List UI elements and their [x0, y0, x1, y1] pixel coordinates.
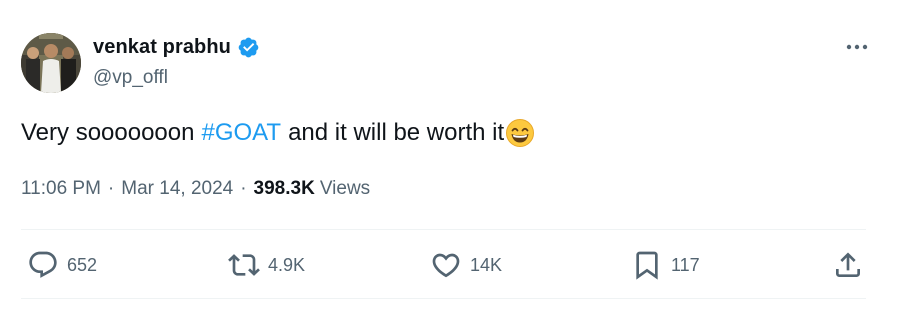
- more-options-button[interactable]: [842, 36, 872, 58]
- tweet-meta: 11:06 PM · Mar 14, 2024 · 398.3K Views: [21, 176, 370, 202]
- meta-separator: ·: [240, 178, 247, 199]
- hashtag-link[interactable]: #GOAT: [201, 116, 281, 150]
- like-button[interactable]: 14K: [430, 246, 502, 284]
- author-handle[interactable]: @vp_offl: [93, 67, 168, 89]
- divider-top: [21, 229, 866, 230]
- bookmark-count: 117: [671, 254, 700, 275]
- share-upload-icon: [836, 252, 860, 277]
- divider-bottom: [21, 298, 866, 299]
- views-count: 398.3K: [253, 178, 315, 199]
- repost-icon: [228, 254, 260, 276]
- views-label: Views: [319, 178, 371, 199]
- avatar[interactable]: [21, 33, 81, 93]
- more-horizontal-icon: [846, 44, 868, 50]
- avatar-photo: [21, 33, 81, 93]
- author-name-row: venkat prabhu: [93, 34, 260, 60]
- heart-icon: [432, 253, 460, 278]
- share-button[interactable]: [832, 246, 864, 284]
- bookmark-icon: [636, 251, 658, 280]
- repost-count: 4.9K: [268, 254, 306, 275]
- tweet-text: Very sooooooon #GOAT and it will be wort…: [21, 116, 535, 150]
- reply-count: 652: [67, 254, 98, 275]
- grinning-face-emoji-icon: [505, 118, 535, 148]
- tweet-text-before: Very sooooooon: [21, 119, 195, 146]
- reply-button[interactable]: 652: [27, 246, 97, 284]
- action-bar: 652 4.9K 14K 117: [0, 246, 907, 284]
- tweet-time[interactable]: 11:06 PM: [21, 176, 101, 202]
- tweet-date[interactable]: Mar 14, 2024: [121, 176, 233, 202]
- repost-button[interactable]: 4.9K: [228, 246, 305, 284]
- verified-badge-icon[interactable]: [237, 36, 260, 59]
- meta-separator: ·: [107, 178, 115, 199]
- bookmark-button[interactable]: 117: [631, 246, 700, 284]
- tweet-card: venkat prabhu @vp_offl Very sooooooon #G…: [0, 0, 907, 315]
- author-display-name[interactable]: venkat prabhu: [93, 36, 231, 59]
- reply-bubble-icon: [29, 251, 57, 278]
- like-count: 14K: [470, 254, 503, 275]
- tweet-text-after: and it will be worth it: [288, 119, 505, 146]
